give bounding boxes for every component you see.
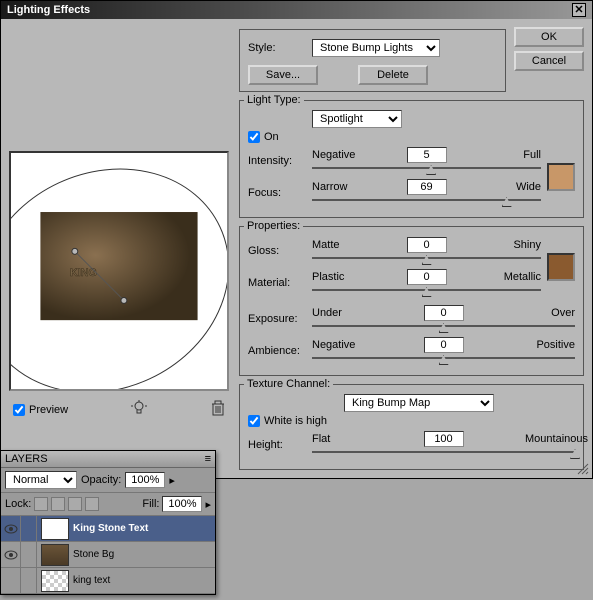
on-checkbox[interactable]: On — [248, 131, 575, 143]
layer-name: Stone Bg — [73, 549, 114, 560]
opacity-label: Opacity: — [81, 474, 121, 486]
preview-area[interactable]: KING — [9, 151, 229, 391]
ambience-label: Ambience: — [248, 345, 306, 357]
exposure-slider[interactable] — [312, 323, 575, 333]
style-dropdown[interactable]: Stone Bump Lights — [312, 39, 440, 57]
preview-checkbox[interactable]: Preview — [13, 404, 68, 416]
exposure-input[interactable] — [424, 305, 464, 321]
intensity-label: Intensity: — [248, 155, 306, 167]
height-low: Flat — [312, 433, 362, 445]
white-high-checkbox[interactable]: White is high — [248, 415, 575, 427]
material-color-swatch[interactable] — [547, 253, 575, 281]
texture-legend: Texture Channel: — [244, 378, 333, 390]
layer-thumbnail — [41, 570, 69, 592]
properties-group: Properties: Gloss: MatteShiny Material: — [239, 226, 584, 376]
opacity-input[interactable] — [125, 472, 165, 488]
close-icon[interactable]: ✕ — [572, 3, 586, 17]
on-check-input[interactable] — [248, 131, 260, 143]
layer-name: king text — [73, 575, 110, 586]
lock-all-icon[interactable] — [85, 497, 99, 511]
svg-text:KING: KING — [70, 267, 97, 279]
on-label: On — [264, 131, 279, 143]
layers-panel[interactable]: LAYERS ≡ Normal Opacity: ▸ Lock: Fill: ▸… — [0, 450, 216, 595]
lock-label: Lock: — [5, 498, 31, 510]
height-label: Height: — [248, 439, 306, 451]
material-label: Material: — [248, 277, 306, 289]
texture-group: Texture Channel: King Bump Map White is … — [239, 384, 584, 470]
opacity-arrow-icon[interactable]: ▸ — [169, 474, 175, 487]
light-type-group: Light Type: Spotlight On Intensity: Nega… — [239, 100, 584, 218]
visibility-toggle[interactable] — [1, 568, 21, 593]
dialog-title: Lighting Effects — [7, 4, 90, 16]
layers-title-text: LAYERS — [5, 453, 48, 465]
preview-check-input[interactable] — [13, 404, 25, 416]
gloss-low: Matte — [312, 239, 362, 251]
intensity-low: Negative — [312, 149, 362, 161]
resize-grip-icon[interactable] — [576, 462, 590, 476]
layer-item[interactable]: King Stone Text — [1, 516, 215, 542]
style-label: Style: — [248, 42, 306, 54]
fill-arrow-icon[interactable]: ▸ — [205, 498, 211, 511]
panel-menu-icon[interactable]: ≡ — [193, 453, 211, 465]
material-input[interactable] — [407, 269, 447, 285]
gloss-slider[interactable] — [312, 255, 541, 265]
trash-icon[interactable] — [209, 399, 227, 420]
intensity-input[interactable] — [407, 147, 447, 163]
layer-thumbnail — [41, 518, 69, 540]
gloss-label: Gloss: — [248, 245, 306, 257]
focus-input[interactable] — [407, 179, 447, 195]
focus-slider[interactable] — [312, 197, 541, 207]
white-high-label: White is high — [264, 415, 327, 427]
material-low: Plastic — [312, 271, 362, 283]
exposure-low: Under — [312, 307, 362, 319]
focus-high: Wide — [491, 181, 541, 193]
preview-label: Preview — [29, 404, 68, 416]
ambience-slider[interactable] — [312, 355, 575, 365]
layer-item[interactable]: Stone Bg — [1, 542, 215, 568]
exposure-label: Exposure: — [248, 313, 306, 325]
lightbulb-icon[interactable] — [130, 399, 148, 420]
exposure-high: Over — [525, 307, 575, 319]
lock-position-icon[interactable] — [68, 497, 82, 511]
visibility-toggle[interactable] — [1, 542, 21, 567]
height-input[interactable] — [424, 431, 464, 447]
save-button[interactable]: Save... — [248, 65, 318, 85]
blend-mode-dropdown[interactable]: Normal — [5, 471, 77, 489]
style-group: Style: Stone Bump Lights Save... Delete — [239, 29, 506, 92]
height-slider[interactable] — [312, 449, 575, 459]
fill-input[interactable] — [162, 496, 202, 512]
lock-transparency-icon[interactable] — [34, 497, 48, 511]
visibility-toggle[interactable] — [1, 516, 21, 541]
light-type-label: Light Type: — [244, 94, 304, 106]
ambience-high: Positive — [525, 339, 575, 351]
focus-label: Focus: — [248, 187, 306, 199]
ambience-input[interactable] — [424, 337, 464, 353]
material-slider[interactable] — [312, 287, 541, 297]
properties-legend: Properties: — [244, 220, 303, 232]
texture-channel-dropdown[interactable]: King Bump Map — [344, 394, 494, 412]
layer-thumbnail — [41, 544, 69, 566]
layer-item[interactable]: king text — [1, 568, 215, 594]
preview-pane: KING Preview — [9, 27, 231, 470]
intensity-slider[interactable] — [312, 165, 541, 175]
titlebar[interactable]: Lighting Effects ✕ — [1, 1, 592, 19]
lock-pixel-icon[interactable] — [51, 497, 65, 511]
layers-panel-title[interactable]: LAYERS ≡ — [1, 451, 215, 468]
material-high: Metallic — [491, 271, 541, 283]
delete-button[interactable]: Delete — [358, 65, 428, 85]
focus-low: Narrow — [312, 181, 362, 193]
layer-name: King Stone Text — [73, 523, 148, 534]
cancel-button[interactable]: Cancel — [514, 51, 584, 71]
height-high: Mountainous — [525, 433, 575, 445]
gloss-input[interactable] — [407, 237, 447, 253]
ambience-low: Negative — [312, 339, 362, 351]
light-type-dropdown[interactable]: Spotlight — [312, 110, 402, 128]
gloss-high: Shiny — [491, 239, 541, 251]
white-high-input[interactable] — [248, 415, 260, 427]
fill-label: Fill: — [142, 498, 159, 510]
lighting-effects-dialog: Lighting Effects ✕ KING — [0, 0, 593, 479]
light-color-swatch[interactable] — [547, 163, 575, 191]
ok-button[interactable]: OK — [514, 27, 584, 47]
intensity-high: Full — [491, 149, 541, 161]
